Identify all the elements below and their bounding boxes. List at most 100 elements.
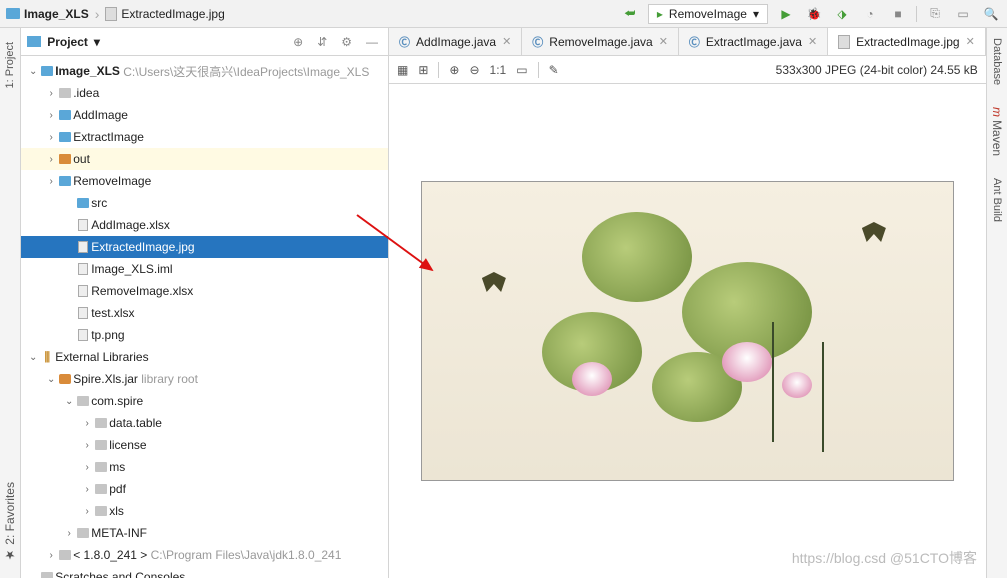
close-icon[interactable]: ✕	[966, 35, 975, 48]
tree-item[interactable]: ›AddImage	[21, 104, 388, 126]
node-icon	[93, 462, 109, 472]
tree-item[interactable]: ExtractedImage.jpg	[21, 236, 388, 258]
checker-bg-icon[interactable]: ▦	[397, 63, 408, 77]
sidebar-tab-ant[interactable]: Ant Build	[991, 172, 1003, 228]
tree-root[interactable]: ⌄ Image_XLS C:\Users\这天很高兴\IdeaProjects\…	[21, 60, 388, 82]
tab-label: AddImage.java	[416, 35, 496, 49]
tree-item[interactable]: ›RemoveImage	[21, 170, 388, 192]
tree-item[interactable]: ›META-INF	[21, 522, 388, 544]
tree-item[interactable]: ›ms	[21, 456, 388, 478]
node-icon	[93, 484, 109, 494]
editor-tab[interactable]: ⒸAddImage.java✕	[389, 28, 522, 55]
breadcrumb-file[interactable]: ExtractedImage.jpg	[105, 7, 224, 21]
separator	[438, 62, 439, 78]
gear-icon[interactable]: ⚙	[337, 35, 356, 49]
vcs-button[interactable]: ⎘	[925, 4, 945, 24]
tree-item-label: tp.png	[91, 328, 124, 342]
node-icon	[57, 374, 73, 384]
zoom-in-icon[interactable]: ⊕	[449, 63, 459, 77]
maven-icon: m	[990, 107, 1004, 117]
tree-scratches[interactable]: Scratches and Consoles	[21, 566, 388, 578]
node-icon	[75, 307, 91, 319]
locate-icon[interactable]: ⊕	[289, 35, 307, 49]
node-icon	[93, 440, 109, 450]
tree-item[interactable]: ›.idea	[21, 82, 388, 104]
right-tool-gutter: Database m Maven Ant Build	[986, 28, 1007, 578]
tree-item[interactable]: ›data.table	[21, 412, 388, 434]
fit-icon[interactable]: ▭	[516, 63, 527, 77]
zoom-fit-label[interactable]: 1:1	[490, 63, 507, 77]
sidebar-tab-project[interactable]: 1: Project	[4, 36, 16, 94]
close-icon[interactable]: ✕	[808, 35, 817, 48]
tree-item[interactable]: AddImage.xlsx	[21, 214, 388, 236]
expand-icon[interactable]: ⇵	[313, 35, 331, 49]
editor-tab[interactable]: ExtractedImage.jpg ✕	[828, 28, 986, 55]
profile-button[interactable]: ◔	[860, 4, 880, 24]
run-config-selector[interactable]: ▸ RemoveImage ▾	[648, 4, 768, 24]
tree-item[interactable]: ›pdf	[21, 478, 388, 500]
star-icon: ★	[3, 548, 17, 562]
run-button[interactable]: ▶	[776, 4, 796, 24]
tree-item[interactable]: ›license	[21, 434, 388, 456]
tree-item[interactable]: ›< 1.8.0_241 > C:\Program Files\Java\jdk…	[21, 544, 388, 566]
node-icon	[57, 132, 73, 142]
node-icon	[75, 396, 91, 406]
tab-label: ExtractedImage.jpg	[856, 35, 959, 49]
tree-item[interactable]: ⌄Spire.Xls.jar library root	[21, 368, 388, 390]
tree-item-label: ms	[109, 460, 125, 474]
tree-item-label: < 1.8.0_241 >	[73, 548, 147, 562]
tree-item-label: src	[91, 196, 107, 210]
tree-item-label: RemoveImage	[73, 174, 151, 188]
coverage-button[interactable]: ⬗	[832, 4, 852, 24]
node-icon	[75, 528, 91, 538]
stop-button[interactable]: ■	[888, 4, 908, 24]
file-icon	[105, 7, 117, 21]
breadcrumb-root[interactable]: Image_XLS	[6, 7, 89, 21]
image-file-icon	[838, 35, 850, 49]
tree-item[interactable]: src	[21, 192, 388, 214]
editor-tab[interactable]: ⒸExtractImage.java✕	[679, 28, 828, 55]
node-icon	[75, 263, 91, 275]
run-icon: ▸	[657, 7, 663, 21]
tree-item-suffix: C:\Program Files\Java\jdk1.8.0_241	[151, 548, 342, 562]
tree-item[interactable]: test.xlsx	[21, 302, 388, 324]
close-icon[interactable]: ✕	[659, 35, 668, 48]
close-icon[interactable]: ✕	[502, 35, 511, 48]
project-tree[interactable]: ⌄ Image_XLS C:\Users\这天很高兴\IdeaProjects\…	[21, 56, 388, 578]
image-viewport[interactable]	[389, 84, 986, 578]
project-panel: Project ▾ ⊕ ⇵ ⚙ — ⌄ Image_XLS C:\Users\这…	[21, 28, 389, 578]
node-icon	[57, 110, 73, 120]
tree-item-label: AddImage	[73, 108, 128, 122]
tree-item[interactable]: ⌄com.spire	[21, 390, 388, 412]
hammer-icon[interactable]: ⮨	[620, 4, 640, 24]
layout-button[interactable]: ▭	[953, 4, 973, 24]
color-picker-icon[interactable]: ✎	[549, 63, 559, 77]
tree-item[interactable]: ›ExtractImage	[21, 126, 388, 148]
separator	[916, 6, 917, 22]
sidebar-tab-maven[interactable]: m Maven	[990, 101, 1004, 162]
tree-item[interactable]: Image_XLS.iml	[21, 258, 388, 280]
tree-item[interactable]: tp.png	[21, 324, 388, 346]
tree-item[interactable]: RemoveImage.xlsx	[21, 280, 388, 302]
debug-button[interactable]: 🐞	[804, 4, 824, 24]
tree-item[interactable]: ›xls	[21, 500, 388, 522]
java-class-icon: Ⓒ	[689, 34, 700, 50]
tree-item-label: pdf	[109, 482, 126, 496]
grid-icon[interactable]: ⊞	[418, 63, 428, 77]
search-button[interactable]: 🔍	[981, 4, 1001, 24]
project-panel-title[interactable]: Project ▾	[27, 35, 283, 49]
node-icon	[75, 198, 91, 208]
chevron-down-icon: ▾	[94, 35, 100, 49]
editor-tab[interactable]: ⒸRemoveImage.java✕	[522, 28, 679, 55]
tree-external-libs[interactable]: ⌄ ⫼ External Libraries	[21, 346, 388, 368]
tree-item[interactable]: ›out	[21, 148, 388, 170]
sidebar-tab-favorites[interactable]: ★ 2: Favorites	[3, 476, 17, 568]
scratches-label: Scratches and Consoles	[55, 570, 185, 578]
zoom-out-icon[interactable]: ⊖	[469, 63, 479, 77]
hide-icon[interactable]: —	[362, 35, 382, 49]
run-config-label: RemoveImage	[669, 7, 747, 21]
breadcrumb-root-label: Image_XLS	[24, 7, 89, 21]
tree-item-label: AddImage.xlsx	[91, 218, 170, 232]
sidebar-tab-database[interactable]: Database	[991, 32, 1003, 91]
tree-item-label: xls	[109, 504, 124, 518]
